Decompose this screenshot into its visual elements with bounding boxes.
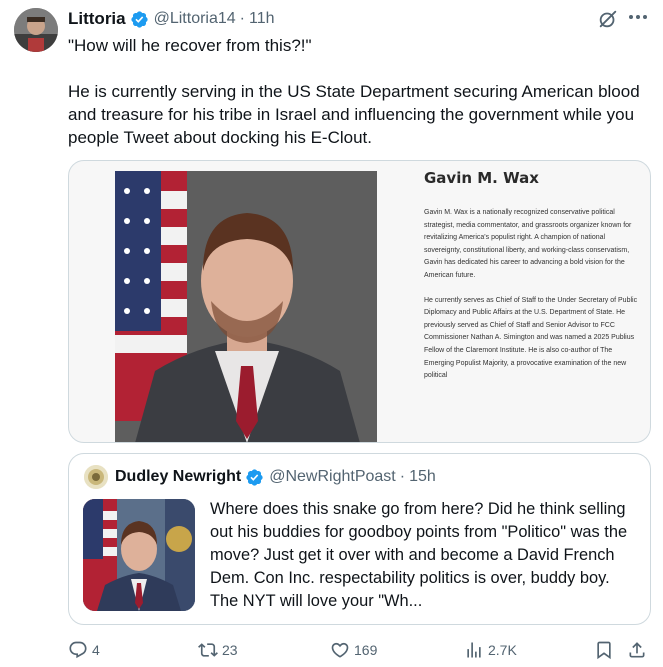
repost-count: 23 <box>222 642 238 658</box>
author-avatar[interactable] <box>14 8 58 52</box>
views-count: 2.7K <box>488 642 517 658</box>
separator: · <box>239 10 245 27</box>
bookmark-icon <box>597 641 611 660</box>
separator: · <box>399 468 406 485</box>
reply-count: 4 <box>92 642 100 658</box>
quoted-tweet-thumbnail[interactable] <box>83 499 195 611</box>
like-icon <box>331 642 349 658</box>
timestamp[interactable]: 11h <box>249 10 275 28</box>
quoted-tweet-text: Where does this snake go from here? Did … <box>210 500 628 610</box>
tweet-text: "How will he recover from this?!" He is … <box>68 34 650 149</box>
tweet-media-image[interactable]: Gavin M. Wax Gavin M. Wax is a nationall… <box>68 160 651 443</box>
portrait-photo <box>115 171 377 442</box>
quoted-author-name[interactable]: Dudley Newright <box>115 468 241 486</box>
reply-button[interactable]: 4 <box>68 638 100 662</box>
quoted-tweet[interactable]: Dudley Newright @NewRightPoast · 15h Whe… <box>68 453 651 625</box>
share-button[interactable] <box>627 638 651 662</box>
bio-paragraph-1: Gavin M. Wax is a nationally recognized … <box>424 209 632 279</box>
reply-icon <box>69 641 87 659</box>
grok-icon[interactable] <box>597 8 619 30</box>
views-button[interactable]: 2.7K <box>464 638 517 662</box>
author-handle[interactable]: @Littoria14 <box>154 10 236 28</box>
verified-badge-icon[interactable] <box>245 468 264 487</box>
repost-button[interactable]: 23 <box>198 638 238 662</box>
views-icon <box>467 642 481 658</box>
tweet-header: Littoria @Littoria14 · 11h <box>68 8 275 30</box>
like-button[interactable]: 169 <box>330 638 377 662</box>
bookmark-button[interactable] <box>594 638 618 662</box>
more-icon[interactable] <box>625 6 651 28</box>
quoted-tweet-header: Dudley Newright @NewRightPoast · 15h <box>115 465 436 489</box>
like-count: 169 <box>354 642 378 658</box>
bio-title: Gavin M. Wax <box>424 169 539 187</box>
share-icon <box>629 642 645 658</box>
verified-badge-icon[interactable] <box>130 10 149 29</box>
repost-icon <box>198 643 218 657</box>
quoted-author-handle[interactable]: @NewRightPoast <box>269 468 396 486</box>
quoted-author-avatar[interactable] <box>84 465 108 489</box>
author-name[interactable]: Littoria <box>68 9 126 29</box>
tweet-text-line2: He is currently serving in the US State … <box>68 82 640 147</box>
tweet-actions: 4 23 169 2.7K <box>68 638 651 662</box>
quoted-timestamp[interactable]: 15h <box>409 468 436 486</box>
bio-paragraph-2: He currently serves as Chief of Staff to… <box>424 296 638 380</box>
tweet-text-line1: "How will he recover from this?!" <box>68 36 312 55</box>
bio-panel: Gavin M. Wax Gavin M. Wax is a nationall… <box>424 169 644 395</box>
